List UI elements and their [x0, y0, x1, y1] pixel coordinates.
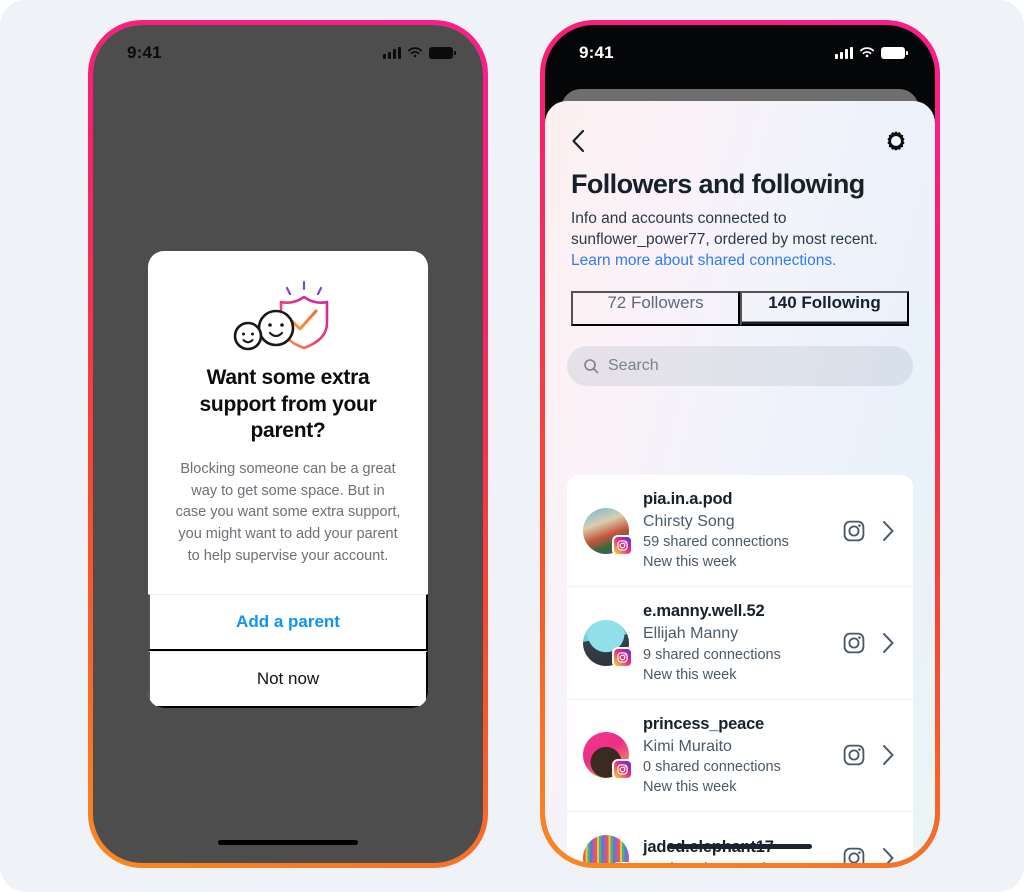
cellular-signal-icon — [835, 47, 853, 59]
list-item-info: e.manny.well.52 Ellijah Manny 9 shared con… — [643, 601, 828, 684]
screenshot-root: 9:41 Blocked acco — [0, 0, 1024, 892]
status-time: 9:41 — [579, 43, 614, 62]
status-icons — [835, 47, 908, 59]
sheet-subtitle-line-2: sunflower_power77, ordered by most recen… — [571, 231, 878, 249]
list-item[interactable]: jaded.elephant1776 shared connections — [567, 812, 913, 863]
instagram-badge-icon — [612, 861, 633, 863]
chevron-left-icon[interactable] — [571, 129, 585, 153]
list-item-info: jaded.elephant1776 shared connections — [643, 837, 828, 863]
list-item-info: pia.in.a.pod Chirsty Song 59 shared connec… — [643, 489, 828, 572]
list-item-shared-connections: 76 shared connections — [643, 859, 828, 863]
dialog-body-text: Blocking someone can be a great way to g… — [175, 460, 401, 564]
home-indicator — [218, 840, 358, 845]
list-item-actions — [842, 631, 895, 655]
list-item-username: pia.in.a.pod — [643, 490, 733, 508]
status-bar-left: 9:41 — [93, 25, 483, 71]
add-parent-dialog: Want some extra support from your parent… — [148, 251, 428, 708]
instagram-badge-icon — [612, 647, 633, 669]
avatar — [583, 507, 633, 556]
instagram-badge-icon — [612, 534, 633, 556]
sheet-title: Followers and following — [571, 169, 865, 199]
cellular-signal-icon — [383, 47, 401, 59]
instagram-outline-icon[interactable] — [842, 631, 866, 655]
list-item-actions — [842, 519, 895, 543]
wifi-icon — [407, 47, 423, 58]
followers-following-tabs: 72 Followers 140 Following — [571, 291, 909, 327]
wifi-icon — [859, 47, 875, 58]
status-time: 9:41 — [127, 43, 162, 62]
phone-left: 9:41 Blocked acco — [88, 20, 488, 868]
status-bar-right: 9:41 — [545, 25, 935, 71]
list-item-shared-connections: 59 shared connections — [643, 534, 789, 551]
instagram-outline-icon[interactable] — [842, 743, 866, 767]
home-indicator — [668, 844, 812, 849]
list-item-fullname: Kimi Muraito — [643, 737, 732, 755]
list-item-actions — [842, 846, 895, 863]
list-item-recency: New this week — [643, 779, 737, 796]
battery-icon — [429, 47, 456, 59]
list-item-username: e.manny.well.52 — [643, 602, 765, 621]
sheet-topbar — [571, 125, 909, 157]
list-item-actions — [842, 743, 895, 767]
dialog-body: Want some extra support from your parent… — [148, 251, 428, 594]
tab-following[interactable]: 140 Following — [740, 291, 909, 327]
chevron-right-icon[interactable] — [882, 847, 895, 863]
list-item-username: princess_peace — [643, 714, 765, 733]
tab-followers[interactable]: 72 Followers — [571, 291, 740, 327]
chevron-right-icon[interactable] — [882, 520, 895, 542]
list-item-recency: New this week — [643, 666, 737, 683]
chevron-right-icon[interactable] — [882, 744, 895, 766]
dialog-title: Want some extra support from your parent… — [199, 366, 377, 443]
avatar — [583, 620, 633, 669]
following-list[interactable]: pia.in.a.pod Chirsty Song 59 shared connec… — [567, 475, 913, 863]
phone-right-screen: 9:41 Followers and following Info and ac… — [545, 25, 935, 863]
list-item-fullname: Chirsty Song — [643, 512, 735, 530]
search-placeholder: Search — [608, 357, 659, 375]
add-a-parent-button[interactable]: Add a parent — [148, 593, 428, 651]
instagram-outline-icon[interactable] — [842, 519, 866, 543]
list-item-fullname: Ellijah Manny — [643, 625, 739, 643]
list-item[interactable]: princess_peace Kimi Muraito 0 shared conne… — [567, 700, 913, 813]
list-item-info: princess_peace Kimi Muraito 0 shared conne… — [643, 714, 828, 797]
followers-sheet: Followers and following Info and account… — [545, 101, 935, 863]
gear-icon[interactable] — [883, 128, 909, 154]
blocked-accounts-screen: 9:41 Blocked acco — [93, 25, 483, 863]
sheet-subtitle-line-1: Info and accounts connected to — [571, 210, 787, 227]
instagram-outline-icon[interactable] — [842, 846, 866, 863]
battery-icon — [881, 47, 908, 59]
phone-right: 9:41 Followers and following Info and ac… — [540, 20, 940, 868]
instagram-badge-icon — [612, 759, 633, 781]
avatar — [583, 834, 633, 863]
list-item-recency: New this week — [643, 554, 737, 571]
chevron-right-icon[interactable] — [882, 632, 895, 654]
phone-left-screen: 9:41 Blocked acco — [93, 25, 483, 863]
parent-supervision-shield-icon — [233, 280, 329, 351]
learn-more-link[interactable]: Learn more about shared connections. — [571, 250, 909, 271]
list-item[interactable]: e.manny.well.52 Ellijah Manny 9 shared con… — [567, 587, 913, 700]
search-icon — [584, 359, 599, 374]
status-icons — [383, 47, 456, 59]
not-now-button[interactable]: Not now — [148, 650, 428, 708]
avatar-image — [583, 834, 629, 863]
search-input[interactable]: Search — [567, 346, 913, 387]
sheet-header: Followers and following Info and account… — [545, 101, 935, 327]
avatar — [583, 732, 633, 781]
list-item-shared-connections: 9 shared connections — [643, 646, 781, 663]
list-item[interactable]: pia.in.a.pod Chirsty Song 59 shared connec… — [567, 475, 913, 588]
followers-following-screen: 9:41 Followers and following Info and ac… — [545, 25, 935, 863]
list-item-shared-connections: 0 shared connections — [643, 759, 781, 776]
